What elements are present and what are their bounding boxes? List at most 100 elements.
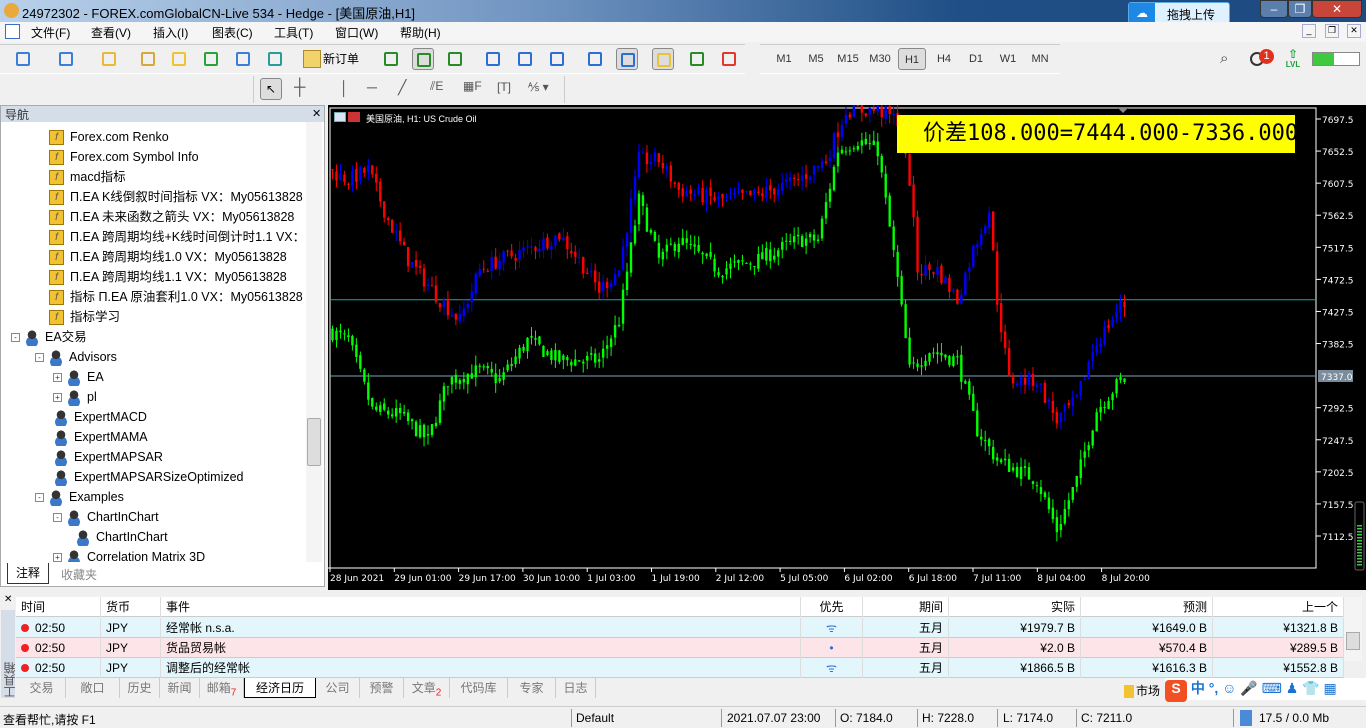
calendar-scrollbar[interactable] — [1344, 597, 1362, 661]
chart-shift-button[interactable] — [584, 48, 606, 70]
column-header[interactable]: 优先 — [801, 597, 863, 617]
toolbox-tab-9[interactable]: 代码库 — [450, 678, 508, 698]
calendar-row[interactable]: 02:50 JPY 调整后的经常帐 ᯤ 五月 ¥1866.5 B ¥1616.3 B ¥155… — [16, 658, 1344, 678]
navigator-item[interactable]: f Forex.com Symbol Info — [49, 147, 199, 167]
menu-item[interactable]: 窗口(W) — [335, 24, 378, 41]
navigator-item[interactable]: f Π.EA 跨周期均线+K线时间倒计时1.1 VX：M — [49, 227, 306, 247]
navigator-item[interactable]: f Π.EA 跨周期均线1.1 VX：My05613828 — [49, 267, 287, 287]
timeframe-m15[interactable]: M15 — [834, 48, 862, 70]
signals-button[interactable] — [168, 48, 190, 70]
shapes-tool[interactable]: ⅍ ▾ — [528, 80, 549, 94]
new-chart-button[interactable] — [12, 48, 34, 70]
navigator-item[interactable]: ExpertMAMA — [53, 427, 148, 447]
menu-item[interactable]: 插入(I) — [153, 24, 188, 41]
calendar-row[interactable]: 02:50 JPY 货品贸易帐 • 五月 ¥2.0 B ¥570.4 B ¥289.5 B — [16, 638, 1344, 658]
column-header[interactable]: 事件 — [161, 597, 801, 617]
horizontal-line-tool[interactable]: ─ — [367, 79, 377, 95]
menu-item[interactable]: 帮助(H) — [400, 24, 441, 41]
collapse-icon[interactable]: - — [11, 333, 20, 343]
timeframe-mn[interactable]: MN — [1026, 48, 1054, 70]
toolbox-tab-7[interactable]: 预警 — [360, 678, 404, 698]
chart-save-icon[interactable] — [348, 112, 360, 122]
tile-windows-button[interactable] — [546, 48, 568, 70]
indicators-button[interactable] — [686, 48, 708, 70]
crosshair-tool[interactable]: ┼ — [294, 79, 305, 97]
timeframe-h4[interactable]: H4 — [930, 48, 958, 70]
new-order-button[interactable]: 新订单 — [303, 48, 363, 70]
column-header[interactable]: 货币 — [101, 597, 161, 617]
scroll-thumb[interactable] — [1346, 632, 1360, 650]
vertical-line-tool[interactable]: │ — [340, 80, 349, 96]
close-button[interactable]: ✕ — [1312, 0, 1362, 18]
navigator-item[interactable]: ExpertMACD — [53, 407, 147, 427]
column-header[interactable]: 上一个 — [1213, 597, 1344, 617]
navigator-item[interactable]: ExpertMAPSAR — [53, 447, 163, 467]
navigator-item[interactable]: f 指标学习 — [49, 307, 120, 327]
toolbox-tab-2[interactable]: 历史 — [120, 678, 160, 698]
toolbox-tab-3[interactable]: 新闻 — [160, 678, 200, 698]
navigator-item[interactable]: + EA — [53, 367, 104, 387]
navigator-tab-favorites[interactable]: 收藏夹 — [61, 566, 97, 583]
navigator-item[interactable]: f macd指标 — [49, 167, 126, 187]
navigator-item[interactable]: f Π.EA 跨周期均线1.0 VX：My05613828 — [49, 247, 287, 267]
price-chart[interactable]: 7697.5 7652.5 7607.5 7562.5 7517.5 7472.5 7427… — [328, 94, 1366, 590]
minimize-button[interactable]: – — [1260, 0, 1288, 18]
market-button[interactable]: 市场 — [1124, 682, 1160, 699]
maximize-button[interactable]: ❐ — [1288, 0, 1312, 18]
navigator-item[interactable]: f Π.EA 未来函数之箭头 VX：My05613828 — [49, 207, 294, 227]
lvl-icon[interactable]: ⇧ LVL — [1284, 48, 1302, 69]
navigator-tab-common[interactable]: 注释 — [7, 563, 49, 584]
autoscroll-button[interactable] — [616, 48, 638, 70]
navigator-item[interactable]: ExpertMAPSARSizeOptimized — [53, 467, 244, 487]
fibo-channel-tool[interactable]: ⫽E — [430, 79, 443, 94]
expand-icon[interactable]: + — [53, 373, 62, 383]
column-header[interactable]: 实际 — [949, 597, 1081, 617]
community-button[interactable] — [264, 48, 286, 70]
timeframe-m1[interactable]: M1 — [770, 48, 798, 70]
cursor-tool[interactable]: ↖ — [260, 78, 282, 100]
search-icon[interactable]: ⌕ — [1220, 50, 1228, 67]
navigator-item[interactable]: + pl — [53, 387, 97, 407]
toolbox-tab-8[interactable]: 文章2 — [404, 678, 450, 698]
navigator-item[interactable]: + Correlation Matrix 3D — [53, 547, 205, 562]
timeframe-m5[interactable]: M5 — [802, 48, 830, 70]
text-tool[interactable]: [T] — [497, 80, 511, 94]
toolbox-tab-11[interactable]: 日志 — [556, 678, 596, 698]
timeframe-m30[interactable]: M30 — [866, 48, 894, 70]
child-restore-button[interactable]: ❐ — [1325, 24, 1339, 38]
timeframe-w1[interactable]: W1 — [994, 48, 1022, 70]
child-close-button[interactable]: ✕ — [1347, 24, 1361, 38]
toolbox-tab-1[interactable]: 敞口 — [66, 678, 120, 698]
data-server-button[interactable] — [232, 48, 254, 70]
market-button[interactable] — [137, 48, 159, 70]
collapse-icon[interactable]: - — [35, 493, 44, 503]
zoom-in-button[interactable] — [482, 48, 504, 70]
vps-button[interactable] — [200, 48, 222, 70]
child-minimize-button[interactable]: _ — [1302, 24, 1316, 38]
navigator-item[interactable]: - Examples — [35, 487, 124, 507]
navigator-item[interactable]: f Forex.com Renko — [49, 127, 169, 147]
trade-arrows-button[interactable] — [718, 48, 740, 70]
toolbox-tab-10[interactable]: 专家 — [508, 678, 556, 698]
expand-icon[interactable]: + — [53, 553, 62, 562]
calendar-row[interactable]: 02:50 JPY 经常帐 n.s.a. ᯤ 五月 ¥1979.7 B ¥1649.0 B ¥… — [16, 618, 1344, 638]
account-button[interactable] — [98, 48, 120, 70]
timeframe-d1[interactable]: D1 — [962, 48, 990, 70]
toolbox-close-button[interactable]: ✕ — [4, 594, 12, 605]
column-header[interactable]: 期间 — [863, 597, 949, 617]
menu-item[interactable]: 查看(V) — [91, 24, 131, 41]
navigator-item[interactable]: - ChartInChart — [53, 507, 159, 527]
navigator-item[interactable]: - EA交易 — [11, 327, 87, 347]
trendline-tool[interactable]: ╱ — [398, 79, 406, 96]
toolbox-tab-0[interactable]: 交易 — [18, 678, 66, 698]
expand-icon[interactable]: + — [53, 393, 62, 403]
menu-item[interactable]: 文件(F) — [31, 24, 70, 41]
collapse-icon[interactable]: - — [53, 513, 62, 523]
candlestick-button[interactable] — [412, 48, 434, 70]
connection-icon[interactable] — [1240, 710, 1252, 726]
chart-list-icon[interactable] — [334, 112, 346, 122]
toolbox-tab-5[interactable]: 经济日历 — [244, 678, 316, 698]
navigator-item[interactable]: - Advisors — [35, 347, 117, 367]
toolbox-tab-4[interactable]: 邮箱7 — [200, 678, 244, 698]
line-chart-button[interactable] — [444, 48, 466, 70]
